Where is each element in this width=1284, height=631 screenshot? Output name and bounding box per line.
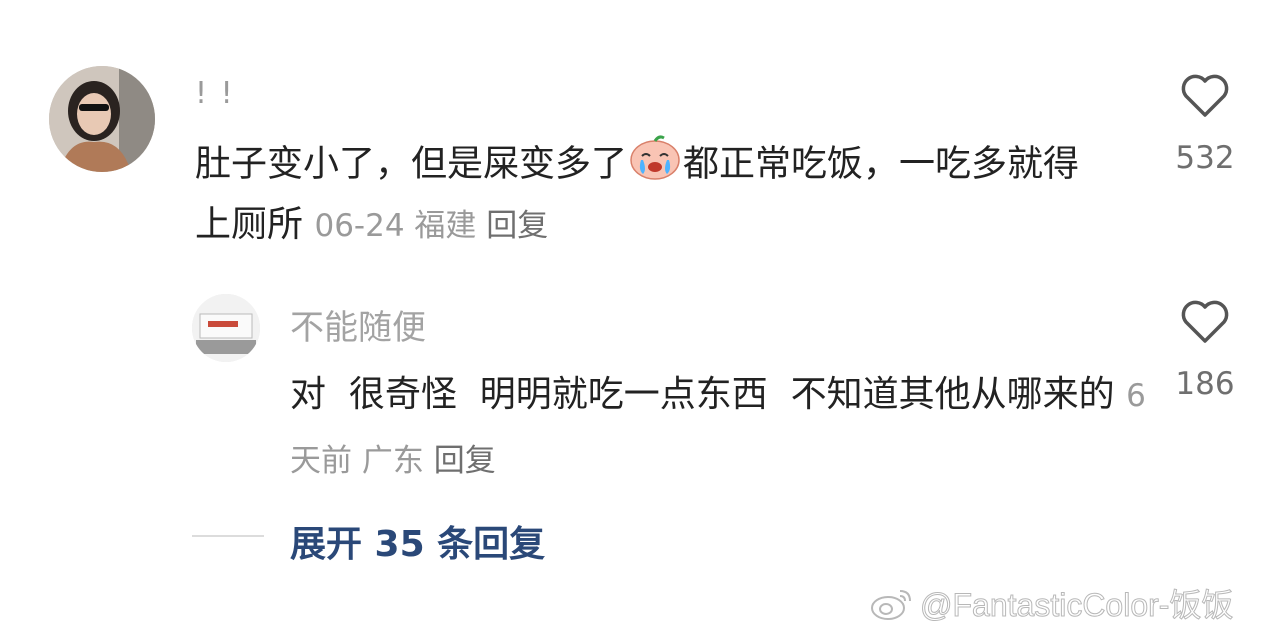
commenter-avatar[interactable] [49, 66, 155, 172]
comment-like-count: 532 [1175, 140, 1235, 176]
reply-avatar[interactable] [192, 294, 260, 362]
expand-replies-button[interactable]: 展开 35 条回复 [290, 515, 545, 567]
reply-username[interactable]: 不能随便 [290, 300, 426, 349]
comment-like-button[interactable]: 532 [1160, 72, 1250, 176]
avatar-photo [192, 294, 260, 362]
reply-text: 对 很奇怪 明明就吃一点东西 不知道其他从哪来的 6天前 广东 回复 [290, 363, 1150, 493]
reply-like-count: 186 [1175, 366, 1235, 402]
reply-reply-button[interactable]: 回复 [434, 443, 496, 479]
comment-date: 06-24 [314, 208, 405, 244]
heart-outline-icon[interactable] [1180, 298, 1230, 344]
watermark-text: @FantasticColor-饭饭 [919, 587, 1234, 624]
comment-meta: 06-24 福建 回复 [314, 208, 548, 244]
weibo-logo-icon [870, 587, 914, 629]
reply-like-button[interactable]: 186 [1160, 298, 1250, 402]
reply-text-body: 对 很奇怪 明明就吃一点东西 不知道其他从哪来的 [290, 374, 1115, 415]
heart-outline-icon[interactable] [1180, 72, 1230, 118]
commenter-username[interactable]: ! ! [195, 76, 235, 111]
watermark: @FantasticColor-饭饭 [870, 580, 1234, 629]
avatar-photo [49, 66, 155, 172]
comment-reply-button[interactable]: 回复 [486, 208, 548, 244]
comment-text-part1: 肚子变小了，但是屎变多了 [195, 143, 628, 185]
crying-face-emoji-icon [629, 134, 681, 197]
expand-divider [192, 535, 264, 537]
comment-text: 肚子变小了，但是屎变多了 都正常吃饭，一吃多就得上厕所 06-24 福建 回复 [195, 134, 1105, 254]
reply-location: 广东 [361, 443, 424, 479]
comment-location: 福建 [414, 208, 477, 244]
